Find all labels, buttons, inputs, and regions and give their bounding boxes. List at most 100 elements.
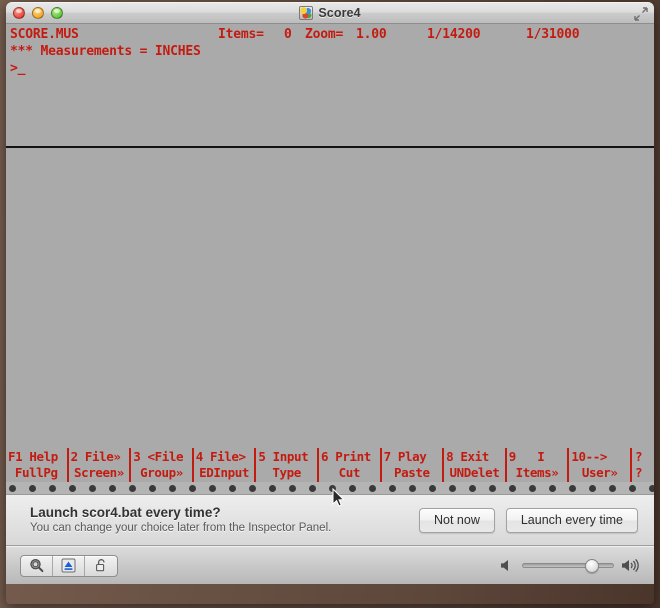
fkey-f5-bottom: Type bbox=[272, 465, 301, 480]
perforation-dot bbox=[49, 484, 56, 492]
perforation-dot bbox=[329, 484, 336, 492]
eject-disk-button[interactable] bbox=[53, 555, 85, 576]
terminal-prompt: >_ bbox=[10, 61, 26, 76]
desktop-background: Score4 SCORE.MUS Items= 0 Zoom= 1.00 1/1… bbox=[0, 0, 660, 608]
volume-control[interactable] bbox=[500, 559, 640, 573]
perforation-dot bbox=[9, 484, 16, 492]
fkey-f2[interactable]: 2 File» Screen» bbox=[69, 448, 132, 482]
terminal-filename: SCORE.MUS bbox=[10, 27, 79, 42]
terminal-work-area[interactable] bbox=[6, 148, 654, 460]
score4-app-icon bbox=[299, 6, 314, 20]
score4-window: Score4 SCORE.MUS Items= 0 Zoom= 1.00 1/1… bbox=[6, 2, 654, 604]
perforation-dot bbox=[249, 484, 256, 492]
fkey-f10[interactable]: 10--> User» bbox=[569, 448, 632, 482]
perforation-dot bbox=[609, 484, 616, 492]
perforation-dot bbox=[369, 484, 376, 492]
notification-title: Launch scor4.bat every time? bbox=[30, 505, 221, 520]
fkey-f1[interactable]: F1 Help FullPg bbox=[6, 448, 69, 482]
perforation-dot bbox=[209, 484, 216, 492]
terminal-zoom-label: Zoom= bbox=[305, 27, 344, 42]
volume-high-icon bbox=[622, 559, 639, 572]
window-titlebar[interactable]: Score4 bbox=[6, 2, 654, 24]
fkey-f1-bottom: FullPg bbox=[14, 465, 58, 480]
fkey-f6-top: 6 Print bbox=[320, 449, 371, 464]
perforation-dot bbox=[169, 484, 176, 492]
perforation-dot bbox=[489, 484, 496, 492]
fkey-f3-bottom: Group» bbox=[140, 465, 183, 480]
function-key-bar: F1 Help FullPg 2 File» Screen» 3 <File G… bbox=[6, 448, 654, 482]
fkey-f6-bottom: Cut bbox=[338, 465, 361, 480]
minimize-window-button[interactable] bbox=[32, 7, 44, 19]
volume-slider-track[interactable] bbox=[522, 559, 614, 573]
fkey-f6[interactable]: 6 Print Cut bbox=[319, 448, 382, 482]
fkey-help-top: ? bbox=[634, 449, 643, 464]
window-title-group: Score4 bbox=[6, 6, 654, 20]
terminal-measurements-line: *** Measurements = INCHES bbox=[10, 44, 201, 59]
perforation-dot bbox=[289, 484, 296, 492]
perforation-dot bbox=[449, 484, 456, 492]
perforation-dot bbox=[389, 484, 396, 492]
perforation-dot bbox=[309, 484, 316, 492]
fkey-f3-top: 3 <File bbox=[133, 449, 184, 464]
perforation-dot bbox=[629, 484, 636, 492]
fkey-f8[interactable]: 8 Exit UNDelet bbox=[444, 448, 507, 482]
fkey-f9-bottom: Items» bbox=[515, 465, 559, 480]
fkey-help-bottom: ? bbox=[634, 465, 643, 480]
fkey-f7-bottom: Paste bbox=[394, 465, 430, 480]
fkey-f1-top: F1 Help bbox=[8, 449, 58, 464]
perforation-dot bbox=[509, 484, 516, 492]
fkey-f7-top: 7 Play bbox=[383, 449, 427, 464]
terminal-ratio-1: 1/14200 bbox=[427, 27, 481, 42]
fkey-f5[interactable]: 5 Input Type bbox=[256, 448, 319, 482]
perforation-dot bbox=[349, 484, 356, 492]
volume-low-icon bbox=[501, 560, 508, 571]
perforation-dot bbox=[229, 484, 236, 492]
perforation-dot bbox=[529, 484, 536, 492]
window-title: Score4 bbox=[318, 6, 361, 20]
terminal-items-value: 0 bbox=[284, 27, 292, 42]
fkey-f10-top: 10--> bbox=[571, 449, 607, 464]
window-traffic-lights bbox=[13, 7, 63, 19]
fkey-f8-top: 8 Exit bbox=[446, 449, 489, 464]
notification-text-group: Launch scor4.bat every time? You can cha… bbox=[30, 504, 408, 536]
resize-window-icon[interactable] bbox=[634, 7, 648, 21]
close-window-button[interactable] bbox=[13, 7, 25, 19]
bottom-status-toolbar bbox=[6, 546, 654, 584]
perforation-dot bbox=[69, 484, 76, 492]
score4-terminal[interactable]: SCORE.MUS Items= 0 Zoom= 1.00 1/14200 1/… bbox=[6, 24, 654, 507]
zoom-window-button[interactable] bbox=[51, 7, 63, 19]
perforation-dot bbox=[29, 484, 36, 492]
fkey-f2-top: 2 File» bbox=[70, 449, 121, 464]
not-now-button[interactable]: Not now bbox=[419, 507, 495, 533]
terminal-status-row: SCORE.MUS Items= 0 Zoom= 1.00 1/14200 1/… bbox=[8, 26, 654, 43]
fkey-f2-bottom: Screen» bbox=[73, 465, 124, 480]
perforation-dot bbox=[269, 484, 276, 492]
perforation-dot bbox=[109, 484, 116, 492]
unlock-padlock-button[interactable] bbox=[85, 556, 117, 576]
perforation-dot bbox=[149, 484, 156, 492]
inspector-magnifier-button[interactable] bbox=[21, 555, 53, 576]
fkey-f4-top: 4 File> bbox=[195, 449, 246, 464]
fkey-help[interactable]: ? ? bbox=[632, 448, 654, 482]
terminal-zoom-value: 1.00 bbox=[356, 27, 387, 42]
fkey-f3[interactable]: 3 <File Group» bbox=[131, 448, 194, 482]
fkey-f9-top: 9 I bbox=[508, 449, 545, 464]
perforation-dot bbox=[649, 484, 654, 492]
terminal-header: SCORE.MUS Items= 0 Zoom= 1.00 1/14200 1/… bbox=[6, 24, 654, 119]
unlocked-padlock-icon bbox=[95, 559, 105, 572]
perforation-dot bbox=[569, 484, 576, 492]
fkey-f7[interactable]: 7 Play Paste bbox=[382, 448, 445, 482]
perforation-dot bbox=[549, 484, 556, 492]
fkey-f4[interactable]: 4 File> EDInput bbox=[194, 448, 257, 482]
volume-slider-knob[interactable] bbox=[585, 559, 600, 573]
fkey-f8-bottom: UNDelet bbox=[449, 465, 500, 480]
perforation-dot bbox=[429, 484, 436, 492]
launch-every-time-button[interactable]: Launch every time bbox=[505, 507, 638, 533]
terminal-ratio-2: 1/31000 bbox=[526, 27, 580, 42]
perforation-dot bbox=[189, 484, 196, 492]
fkey-f4-bottom: EDInput bbox=[199, 465, 250, 480]
fkey-f9[interactable]: 9 I Items» bbox=[507, 448, 570, 482]
inspector-magnifier-icon bbox=[30, 558, 44, 573]
terminal-items-label: Items= bbox=[218, 27, 264, 42]
perforation-dot bbox=[409, 484, 416, 492]
